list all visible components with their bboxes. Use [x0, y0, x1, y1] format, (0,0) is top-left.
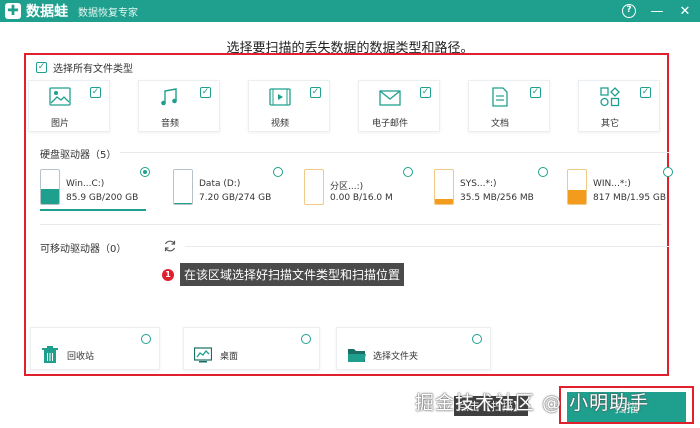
- check-icon[interactable]: ✓: [420, 87, 431, 98]
- location-card-recycle-bin[interactable]: 回收站: [30, 327, 160, 370]
- drive-icon: [304, 169, 324, 205]
- drive-name: WIN...*:): [593, 179, 631, 189]
- divider: [40, 224, 662, 225]
- selected-underline: [40, 209, 146, 211]
- drive-name: 分区...:): [330, 182, 364, 192]
- trash-icon: [42, 346, 58, 363]
- location-label: 选择文件夹: [373, 352, 419, 362]
- location-radio[interactable]: [301, 334, 311, 344]
- type-label: 文档: [490, 119, 509, 129]
- type-label: 电子邮件: [371, 119, 408, 129]
- location-label: 桌面: [220, 352, 239, 362]
- type-card-document[interactable]: ✓ 文档: [468, 80, 550, 132]
- divider: [120, 152, 670, 153]
- app-subtitle: 数据恢复专家: [78, 7, 138, 19]
- drive-icon: [173, 169, 193, 205]
- check-icon[interactable]: ✓: [90, 87, 101, 98]
- type-card-video[interactable]: ✓ 视频: [248, 80, 330, 132]
- check-icon: ✓: [36, 62, 47, 73]
- drive-radio[interactable]: [538, 167, 548, 177]
- hdd-section-label: 硬盘驱动器（5）: [40, 150, 117, 161]
- drive-size: 0.00 B/16.0 M: [330, 193, 393, 203]
- drive-radio[interactable]: [273, 167, 283, 177]
- tip-marker: 1: [162, 268, 174, 281]
- check-icon[interactable]: ✓: [200, 87, 211, 98]
- close-button[interactable]: ✕: [678, 4, 692, 19]
- watermark: 掘金技术社区 @ 小明助手: [415, 392, 650, 414]
- app-logo-icon: ✚: [5, 3, 21, 19]
- location-card-select-folder[interactable]: 选择文件夹: [336, 327, 491, 370]
- app-name: 数据蛙: [26, 4, 68, 20]
- drive-size: 35.5 MB/256 MB: [460, 193, 534, 203]
- drive-item[interactable]: WIN...*:) 817 MB/1.95 GB: [567, 167, 677, 211]
- drive-size: 85.9 GB/200 GB: [66, 193, 139, 203]
- drive-icon: [434, 169, 454, 205]
- help-icon[interactable]: ?: [622, 4, 636, 18]
- drive-radio[interactable]: [663, 167, 673, 177]
- drive-radio[interactable]: [403, 167, 413, 177]
- divider: [185, 246, 670, 247]
- drive-icon: [567, 169, 587, 205]
- tip-text: 在该区域选择好扫描文件类型和扫描位置: [180, 263, 405, 286]
- refresh-icon[interactable]: [163, 239, 177, 253]
- type-label: 视频: [270, 119, 289, 129]
- tip-callout: 1 在该区域选择好扫描文件类型和扫描位置: [162, 263, 405, 286]
- folder-icon: [348, 349, 366, 362]
- music-icon: [161, 88, 177, 106]
- drive-item[interactable]: 分区...:) 0.00 B/16.0 M: [304, 167, 419, 211]
- removable-section-label: 可移动驱动器（0）: [40, 244, 127, 255]
- type-label: 音频: [160, 119, 179, 129]
- image-icon: [49, 87, 71, 106]
- type-card-email[interactable]: ✓ 电子邮件: [358, 80, 440, 132]
- location-radio[interactable]: [472, 334, 482, 344]
- email-icon: [379, 90, 401, 106]
- check-icon[interactable]: ✓: [530, 87, 541, 98]
- drive-name: Data (D:): [199, 179, 241, 189]
- select-all-checkbox[interactable]: ✓ 选择所有文件类型: [36, 60, 133, 75]
- drive-icon: [40, 169, 60, 205]
- drive-name: SYS...*:): [460, 179, 497, 189]
- drive-name: Win...C:): [66, 179, 105, 189]
- video-icon: [269, 88, 291, 106]
- type-card-image[interactable]: ✓ 图片: [28, 80, 110, 132]
- check-icon[interactable]: ✓: [310, 87, 321, 98]
- location-radio[interactable]: [141, 334, 151, 344]
- location-card-desktop[interactable]: 桌面: [183, 327, 320, 370]
- drive-item[interactable]: Win...C:) 85.9 GB/200 GB: [40, 167, 150, 211]
- desktop-icon: [194, 347, 212, 363]
- type-card-other[interactable]: ✓ 其它: [578, 80, 660, 132]
- title-bar: ✚ 数据蛙 数据恢复专家 ? — ✕: [0, 0, 700, 22]
- drive-size: 7.20 GB/274 GB: [199, 193, 272, 203]
- other-icon: [600, 87, 620, 107]
- drive-radio[interactable]: [140, 167, 150, 177]
- document-icon: [492, 87, 508, 107]
- type-card-audio[interactable]: ✓ 音频: [138, 80, 220, 132]
- minimize-button[interactable]: —: [650, 4, 664, 19]
- location-label: 回收站: [67, 352, 95, 362]
- check-icon[interactable]: ✓: [640, 87, 651, 98]
- select-all-label: 选择所有文件类型: [53, 64, 133, 75]
- type-label: 图片: [50, 119, 69, 129]
- drive-item[interactable]: Data (D:) 7.20 GB/274 GB: [173, 167, 288, 211]
- type-label: 其它: [600, 119, 619, 129]
- drive-size: 817 MB/1.95 GB: [593, 193, 667, 203]
- drive-item[interactable]: SYS...*:) 35.5 MB/256 MB: [434, 167, 554, 211]
